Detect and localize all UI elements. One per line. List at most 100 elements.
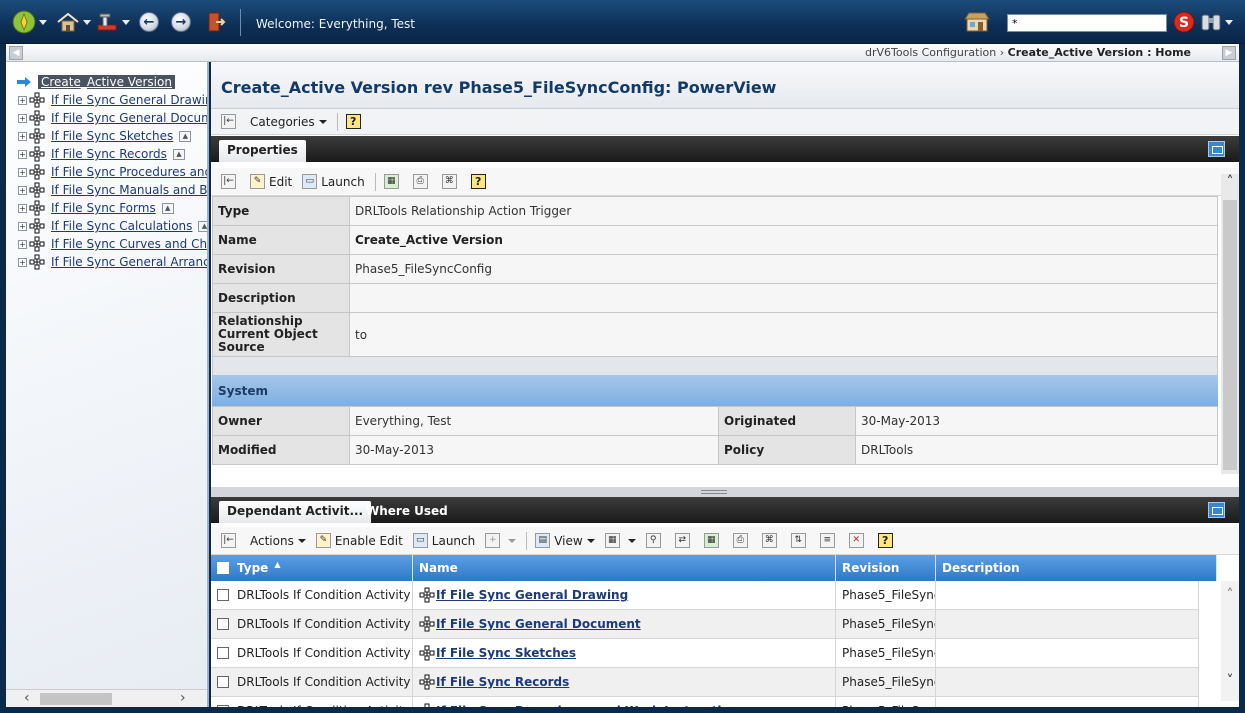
- activity-link[interactable]: If File Sync General Drawing: [436, 588, 628, 602]
- row-checkbox[interactable]: [217, 676, 229, 688]
- expand-icon[interactable]: +: [18, 167, 27, 177]
- activity-link[interactable]: If File Sync Procedures and Work Instruc…: [436, 704, 745, 707]
- help-icon[interactable]: ?: [470, 174, 486, 189]
- help-icon[interactable]: ?: [877, 533, 893, 548]
- filter-button[interactable]: ⚲: [645, 533, 665, 548]
- actions-menu[interactable]: Actions: [250, 534, 306, 548]
- table-row[interactable]: DRLTools If Condition Activity If File Sy…: [211, 610, 1199, 639]
- tree-item-label[interactable]: If File Sync Manuals and Bo: [51, 183, 207, 197]
- collapse-up-icon[interactable]: ▲: [198, 220, 207, 232]
- scroll-up-icon[interactable]: ˄: [1221, 174, 1239, 190]
- table-row[interactable]: DRLTools If Condition Activity If File Sy…: [211, 581, 1199, 610]
- home-menu-button[interactable]: [56, 10, 91, 34]
- search-submit-button[interactable]: S: [1173, 10, 1195, 34]
- url-button[interactable]: ⌘: [441, 174, 461, 189]
- tree-item[interactable]: + If File Sync Procedures anc: [18, 163, 207, 181]
- tree-item[interactable]: + If File Sync Sketches ▲: [18, 127, 192, 145]
- logout-button[interactable]: [206, 10, 226, 34]
- print-button[interactable]: ⎙: [412, 174, 432, 189]
- expand-icon[interactable]: +: [18, 185, 27, 195]
- launch-button[interactable]: ▭ Launch: [302, 174, 365, 189]
- scroll-thumb[interactable]: [1223, 200, 1237, 470]
- maximize-icon[interactable]: [1208, 141, 1225, 157]
- activity-link[interactable]: If File Sync Sketches: [436, 646, 576, 660]
- tree-root-label[interactable]: Create_Active Version: [38, 75, 175, 89]
- row-checkbox[interactable]: [217, 589, 229, 601]
- tree-item[interactable]: + If File Sync Manuals and Bo: [18, 181, 207, 199]
- tree-root[interactable]: Create_Active Version: [16, 73, 175, 91]
- enable-edit-button[interactable]: ✎ Enable Edit: [315, 533, 403, 548]
- tree-item-label[interactable]: If File Sync Calculations: [51, 219, 192, 233]
- search-input[interactable]: [1007, 14, 1167, 32]
- scroll-left-icon[interactable]: ‹: [24, 690, 30, 706]
- categories-menu[interactable]: Categories: [250, 115, 327, 129]
- launch-button[interactable]: ▭ Launch: [412, 533, 475, 548]
- tree-item-label[interactable]: If File Sync General Arranc: [51, 255, 207, 269]
- collapse-up-icon[interactable]: ▲: [179, 130, 192, 142]
- tree-item-label[interactable]: If File Sync Procedures anc: [51, 165, 207, 179]
- tab-dependant-activities[interactable]: Dependant Activit...: [219, 501, 372, 523]
- back-button[interactable]: ←: [139, 10, 159, 34]
- tree-item[interactable]: + If File Sync Curves and Cha: [18, 235, 207, 253]
- row-checkbox[interactable]: [217, 705, 229, 707]
- forward-button[interactable]: →: [171, 10, 191, 34]
- tools-menu-button[interactable]: [95, 10, 130, 34]
- clear-filter-button[interactable]: ✕: [848, 533, 868, 548]
- tree-horizontal-scrollbar[interactable]: ‹ ›: [6, 689, 207, 707]
- breadcrumb-parent[interactable]: drV6Tools Configuration: [865, 46, 996, 59]
- column-header-name[interactable]: Name: [413, 555, 836, 581]
- collapse-left-icon[interactable]: ◀: [9, 46, 23, 60]
- scroll-down-icon[interactable]: ˅: [1221, 673, 1239, 689]
- tree-item-label[interactable]: If File Sync General Docum: [51, 111, 207, 125]
- column-header-revision[interactable]: Revision: [836, 555, 936, 581]
- tab-properties[interactable]: Properties: [219, 140, 306, 162]
- tree-item-label[interactable]: If File Sync General Drawir: [51, 93, 207, 107]
- expand-icon[interactable]: +: [18, 257, 27, 267]
- table-row[interactable]: DRLTools If Condition Activity If File Sy…: [211, 639, 1199, 668]
- store-button[interactable]: [964, 10, 990, 34]
- column-header-description[interactable]: Description: [936, 555, 1217, 581]
- tree-item[interactable]: + If File Sync Forms ▲: [18, 199, 174, 217]
- collapse-panel-button[interactable]: |←: [221, 114, 240, 129]
- expand-icon[interactable]: +: [18, 131, 27, 141]
- binoculars-menu-button[interactable]: [1200, 10, 1233, 34]
- scroll-up-icon[interactable]: ˄: [1221, 587, 1239, 603]
- view-menu[interactable]: ▤ View: [535, 533, 595, 548]
- expand-icon[interactable]: +: [18, 203, 27, 213]
- expand-icon[interactable]: +: [18, 149, 27, 159]
- tree-item[interactable]: + If File Sync General Drawir: [18, 91, 207, 109]
- tree-item-label[interactable]: If File Sync Forms: [51, 201, 156, 215]
- help-icon[interactable]: ?: [345, 114, 361, 129]
- url-button[interactable]: ⌘: [761, 533, 781, 548]
- collapse-up-icon[interactable]: ▲: [172, 148, 185, 160]
- expand-icon[interactable]: +: [18, 113, 27, 123]
- print-button[interactable]: ⎙: [732, 533, 752, 548]
- scroll-thumb[interactable]: [40, 693, 112, 705]
- tree-item-label[interactable]: If File Sync Records: [51, 147, 167, 161]
- activity-link[interactable]: If File Sync Records: [436, 675, 569, 689]
- export-button[interactable]: ▦: [383, 174, 403, 189]
- collapse-up-icon[interactable]: ▲: [161, 202, 174, 214]
- tree-item-label[interactable]: If File Sync Sketches: [51, 129, 173, 143]
- collapse-right-icon[interactable]: ▶: [1222, 46, 1236, 60]
- expand-icon[interactable]: +: [18, 239, 27, 249]
- row-checkbox[interactable]: [217, 647, 229, 659]
- expand-icon[interactable]: +: [18, 95, 27, 105]
- column-header-type[interactable]: Type ▲: [211, 555, 413, 581]
- add-menu-button[interactable]: +: [485, 533, 517, 548]
- tree-item[interactable]: + If File Sync Records ▲: [18, 145, 185, 163]
- tree-item[interactable]: + If File Sync General Docum: [18, 109, 207, 127]
- table-menu[interactable]: ▦: [604, 533, 636, 548]
- compare-button[interactable]: ⇄: [674, 533, 694, 548]
- app-menu-button[interactable]: [12, 10, 47, 34]
- properties-vertical-scrollbar[interactable]: ˄: [1221, 174, 1239, 474]
- export-button[interactable]: ▦: [703, 533, 723, 548]
- scroll-right-icon[interactable]: ›: [180, 690, 186, 706]
- tree-item[interactable]: + If File Sync General Arranc: [18, 253, 207, 271]
- edit-button[interactable]: ✎ Edit: [250, 174, 292, 189]
- table-row[interactable]: DRLTools If Condition Activity If File Sy…: [211, 668, 1199, 697]
- grid-vertical-scrollbar[interactable]: ˄ ˅: [1221, 581, 1239, 701]
- collapse-panel-button[interactable]: |←: [221, 533, 240, 548]
- maximize-icon[interactable]: [1208, 502, 1225, 518]
- list-button[interactable]: ≡: [819, 533, 839, 548]
